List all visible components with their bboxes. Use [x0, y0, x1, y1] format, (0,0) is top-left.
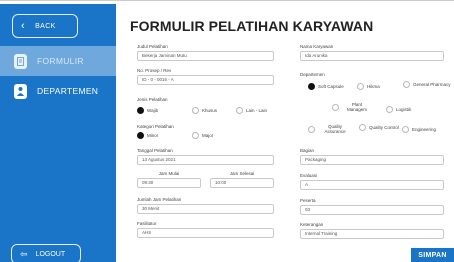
keterangan-field: Keterangan Internal Training: [300, 222, 444, 239]
radio-circle: [192, 132, 199, 139]
radio-circle: [332, 103, 339, 111]
evaluasi-field: Evaluasi A: [300, 173, 444, 190]
no-input[interactable]: ID - 0 - 0016 - A: [137, 75, 274, 85]
radio-circle: [402, 126, 409, 133]
dept-radio-general-pharmacy[interactable]: General Pharmacy: [403, 81, 451, 88]
bagian-input[interactable]: Packaging: [300, 155, 444, 165]
radio-label: Lain - Lain: [246, 108, 268, 113]
dept-radio-hikma[interactable]: Hikma: [357, 83, 380, 90]
radio-label: Quality Assurance: [324, 124, 346, 134]
peserta-input[interactable]: 03: [300, 205, 444, 215]
tanggal-input[interactable]: 13 Agustus 2021: [137, 155, 274, 165]
sidebar-item-departemen[interactable]: DEPARTEMEN: [0, 76, 116, 106]
departemen-label: Departemen: [300, 72, 325, 77]
logout-button[interactable]: ⇦ LOGOUT: [11, 244, 81, 262]
dept-radio-plant[interactable]: Plant Managem: [332, 102, 372, 112]
dept-radio-qa[interactable]: Quality Assurance: [308, 124, 352, 134]
sidebar: ‹ BACK FORMULIR DEPARTEMEN ⇦ LOGOUT: [0, 4, 116, 262]
peserta-label: Peserta: [300, 198, 316, 203]
nama-input[interactable]: Ida Arunika: [300, 51, 444, 61]
jam-selesai-field: Jam Selesai 10:00: [210, 171, 274, 188]
people-icon: [14, 83, 27, 99]
jenis-radio-wajib[interactable]: Wajib: [137, 107, 158, 114]
radio-label: General Pharmacy: [413, 82, 451, 87]
sidebar-item-formulir[interactable]: FORMULIR: [0, 46, 116, 76]
radio-circle: [386, 106, 393, 113]
kategori-label: Kategori Pelatihan: [137, 124, 174, 129]
evaluasi-label: Evaluasi: [300, 173, 318, 178]
bagian-label: Bagian: [300, 148, 315, 153]
jumlah-input[interactable]: 30 Menit: [137, 204, 274, 214]
jam-mulai-field: Jam Mulai 09:30: [137, 171, 201, 188]
chevron-left-icon: ‹: [21, 19, 26, 32]
judul-label: Judul Pelatihan: [137, 44, 168, 49]
radio-circle: [403, 81, 410, 88]
jenis-radio-khusus[interactable]: Khusus: [192, 107, 217, 114]
sidebar-item-label: FORMULIR: [37, 56, 84, 66]
radio-label: Major: [202, 133, 214, 138]
page-title: FORMULIR PELATIHAN KARYAWAN: [130, 18, 374, 34]
kategori-radio-major[interactable]: Major: [192, 132, 213, 139]
jumlah-label: Jumlah Jam Pelatihan: [137, 197, 182, 202]
tanggal-label: Tanggal Pelatihan: [137, 148, 173, 153]
radio-label: Khusus: [202, 108, 218, 113]
dept-radio-qc[interactable]: Quality Control: [359, 124, 399, 131]
jam-mulai-label: Jam Mulai: [158, 171, 180, 176]
nama-label: Nama Karyawan: [300, 44, 334, 49]
judul-field: Judul Pelatihan Bekerja Jaminan Mutu: [137, 44, 274, 61]
radio-circle: [308, 83, 315, 90]
keterangan-label: Keterangan: [300, 222, 324, 227]
sidebar-item-label: DEPARTEMEN: [37, 86, 99, 96]
radio-circle: [137, 107, 144, 114]
dept-radio-engineering[interactable]: Engineering: [402, 126, 436, 133]
jenis-label: Jenis Pelatihan: [137, 97, 168, 102]
jumlah-field: Jumlah Jam Pelatihan 30 Menit: [137, 197, 274, 214]
fasilitator-field: Fasilitator AHS: [137, 221, 274, 238]
logout-label: LOGOUT: [35, 250, 66, 258]
radio-label: Hikma: [367, 84, 380, 89]
fasilitator-input[interactable]: AHS: [137, 228, 274, 238]
save-button[interactable]: SIMPAN: [411, 248, 454, 262]
logout-icon: ⇦: [20, 248, 28, 259]
radio-circle: [357, 83, 364, 90]
tanggal-field: Tanggal Pelatihan 13 Agustus 2021: [137, 148, 274, 165]
document-icon: [14, 53, 27, 69]
no-label: No. Prosep / Rev: [137, 68, 172, 73]
radio-circle: [308, 125, 315, 133]
radio-circle: [192, 107, 199, 114]
jenis-radio-lain[interactable]: Lain - Lain: [236, 107, 267, 114]
radio-label: Minor: [147, 133, 159, 138]
radio-label: Soft Capsule: [318, 84, 344, 89]
radio-label: Plant Managem: [346, 102, 367, 112]
peserta-field: Peserta 03: [300, 198, 444, 215]
dept-radio-logistik[interactable]: Logistik: [386, 106, 411, 113]
radio-label: Logistik: [396, 107, 412, 112]
dept-radio-soft-capsule[interactable]: Soft Capsule: [308, 83, 344, 90]
back-label: BACK: [35, 22, 56, 30]
evaluasi-input[interactable]: A: [300, 180, 444, 190]
no-field: No. Prosep / Rev ID - 0 - 0016 - A: [137, 68, 274, 85]
fasilitator-label: Fasilitator: [137, 221, 157, 226]
jam-mulai-input[interactable]: 09:30: [137, 178, 201, 188]
judul-input[interactable]: Bekerja Jaminan Mutu: [137, 51, 274, 61]
radio-circle: [236, 107, 243, 114]
radio-label: Quality Control: [369, 125, 399, 130]
nama-field: Nama Karyawan Ida Arunika: [300, 44, 444, 61]
jam-selesai-label: Jam Selesai: [229, 171, 255, 176]
back-button[interactable]: ‹ BACK: [12, 14, 78, 38]
radio-circle: [359, 124, 366, 131]
jam-selesai-input[interactable]: 10:00: [210, 178, 274, 188]
radio-circle: [137, 132, 144, 139]
bagian-field: Bagian Packaging: [300, 148, 444, 165]
kategori-radio-minor[interactable]: Minor: [137, 132, 158, 139]
keterangan-input[interactable]: Internal Training: [300, 229, 444, 239]
radio-label: Engineering: [412, 127, 437, 132]
radio-label: Wajib: [147, 108, 159, 113]
